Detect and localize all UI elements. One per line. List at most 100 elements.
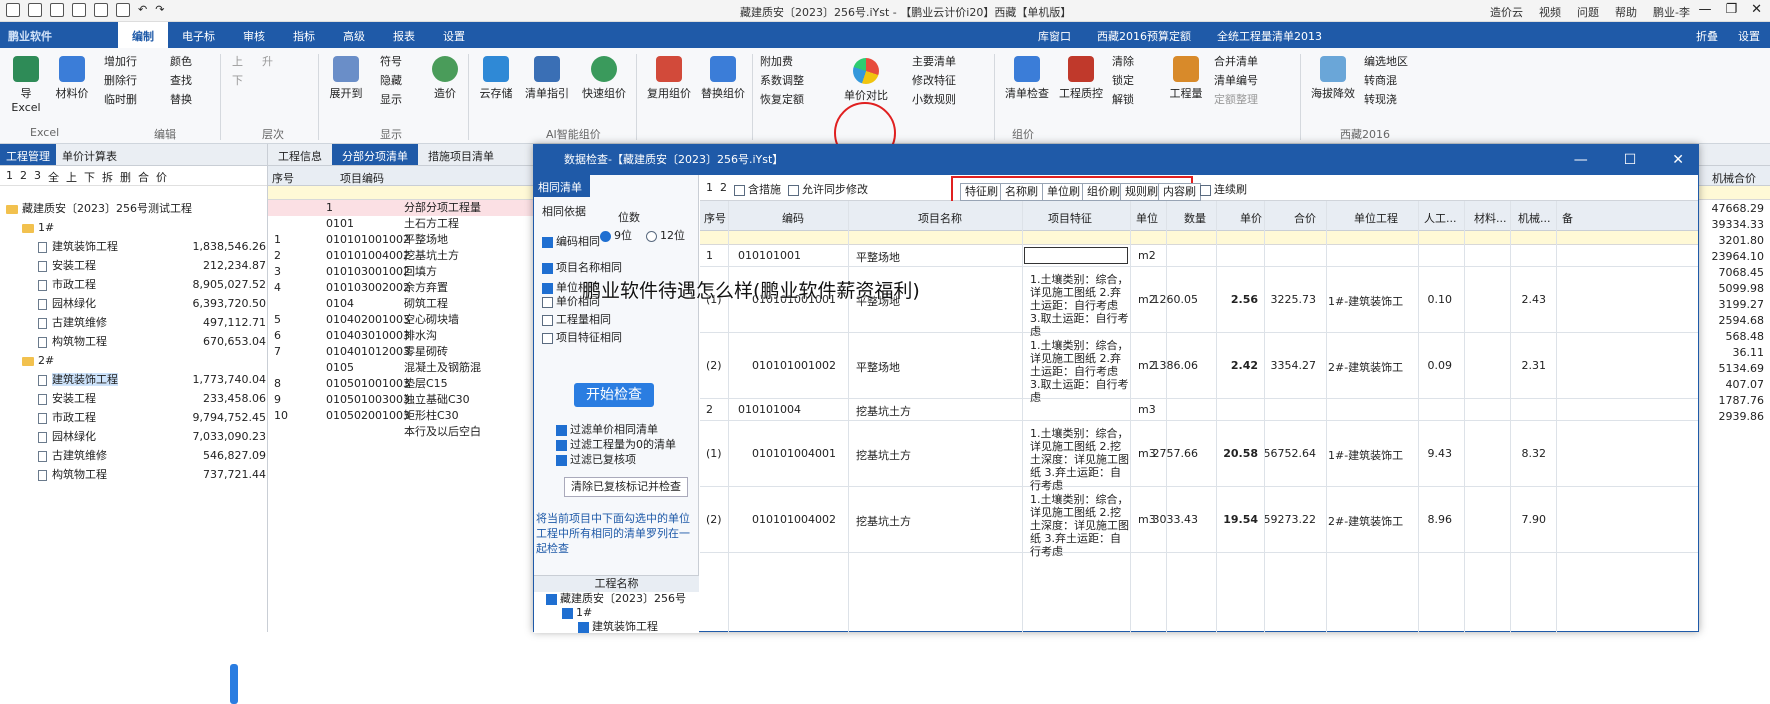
coefficient-adjust-button[interactable]: 系数调整: [760, 71, 804, 90]
video-link[interactable]: 视频: [1539, 4, 1561, 20]
expand-all-button[interactable]: 全: [48, 169, 59, 184]
close-button[interactable]: ✕: [1751, 2, 1762, 17]
unlock-button[interactable]: 解锁: [1112, 90, 1134, 109]
quality-control-button[interactable]: 工程质控: [1056, 56, 1106, 101]
replace-button[interactable]: 替换: [170, 90, 192, 109]
to-cast-in-place-button[interactable]: 转现浇: [1364, 90, 1408, 109]
move-up-button[interactable]: 上: [232, 52, 243, 71]
help-link[interactable]: 帮助: [1615, 4, 1637, 20]
continuous-brush-checkbox[interactable]: 连续刷: [1200, 181, 1247, 197]
delete-button[interactable]: 删: [120, 169, 131, 184]
sync-edit-checkbox[interactable]: 允许同步修改: [788, 181, 868, 197]
tree-item[interactable]: 市政工程 8,905,027.52: [0, 275, 268, 294]
material-price-button[interactable]: 材料价: [52, 56, 92, 101]
table-row[interactable]: 3 010103001002 回填方: [268, 264, 534, 280]
show-button[interactable]: 显示: [380, 90, 402, 109]
hide-button[interactable]: 隐藏: [380, 71, 402, 90]
export-excel-button[interactable]: 导Excel: [6, 56, 46, 114]
altitude-reduction-button[interactable]: 海拔降效: [1308, 56, 1358, 101]
move-down-button[interactable]: 下: [232, 71, 243, 90]
table-row[interactable]: 10 010502001003 矩形柱C30: [268, 408, 534, 424]
quantity-button[interactable]: 工程量: [1166, 56, 1206, 101]
dialog-close-button[interactable]: ✕: [1672, 145, 1684, 175]
tree-item[interactable]: 园林绿化 6,393,720.50: [0, 294, 268, 313]
tree-node-root[interactable]: 藏建质安〔2023〕256号: [534, 592, 699, 606]
cost-cloud-link[interactable]: 造价云: [1490, 4, 1523, 20]
level-1-button[interactable]: 1: [6, 169, 13, 182]
bill-guide-button[interactable]: 清单指引: [522, 56, 572, 101]
panel-collapse-handle[interactable]: [230, 664, 238, 704]
merge-bill-button[interactable]: 合并清单: [1214, 52, 1258, 71]
unit-brush-button[interactable]: 单位刷: [1042, 183, 1085, 201]
table-row[interactable]: 0105 混凝土及钢筋混: [268, 360, 534, 376]
tree-item[interactable]: 1#: [0, 218, 268, 237]
quota-tidy-button[interactable]: 定额整理: [1214, 90, 1258, 109]
open-folder-icon[interactable]: [28, 3, 42, 17]
dialog-minimize-button[interactable]: —: [1574, 145, 1588, 175]
tab-measure-bill[interactable]: 措施项目清单: [418, 144, 504, 165]
tab-unit-price-table[interactable]: 单价计算表: [56, 144, 123, 165]
tree-item[interactable]: 建筑装饰工程 1,773,740.04: [0, 370, 268, 389]
edit-feature-button[interactable]: 修改特征: [912, 71, 956, 90]
feature-editor[interactable]: [1024, 247, 1128, 264]
surcharge-button[interactable]: 附加费: [760, 52, 804, 71]
pricing-brush-button[interactable]: 组价刷: [1082, 183, 1125, 201]
new-file-icon[interactable]: [6, 3, 20, 17]
table-row[interactable]: 2 010101004002 挖基坑土方: [268, 248, 534, 264]
undo-icon[interactable]: ↶: [138, 3, 147, 17]
find-button[interactable]: 查找: [170, 71, 192, 90]
level-3-button[interactable]: 3: [34, 169, 41, 182]
filter-checkbox[interactable]: 过滤已复核项: [556, 451, 636, 467]
merge-button[interactable]: 合: [138, 169, 149, 184]
tree-item[interactable]: 构筑物工程 737,721.44: [0, 465, 268, 484]
add-row-button[interactable]: 增加行: [104, 52, 137, 71]
unit-price-compare-button[interactable]: 单价对比: [838, 58, 894, 103]
digits-12-radio[interactable]: 12位: [646, 227, 685, 243]
result-row[interactable]: (2) 010101001002 平整场地 m2 1386.06 2.42 3354.27 2…: [700, 333, 1698, 404]
tab-sub-item-bill[interactable]: 分部分项清单: [332, 144, 418, 165]
export-icon[interactable]: [94, 3, 108, 17]
minimize-button[interactable]: —: [1698, 2, 1711, 17]
dialog-maximize-button[interactable]: ☐: [1624, 145, 1637, 175]
tab-report[interactable]: 报表: [379, 22, 429, 50]
main-bill-button[interactable]: 主要清单: [912, 52, 956, 71]
start-check-button[interactable]: 开始检查: [574, 383, 654, 407]
feature-brush-button[interactable]: 特征刷: [960, 183, 1003, 201]
table-row[interactable]: 本行及以后空白: [268, 424, 534, 440]
criteria-checkbox[interactable]: 编码相同: [542, 233, 600, 249]
move-down-button[interactable]: 下: [84, 169, 95, 184]
table-row[interactable]: 0104 砌筑工程: [268, 296, 534, 312]
criteria-checkbox[interactable]: 工程量相同: [542, 311, 611, 327]
bill-standard-selector[interactable]: 全统工程量清单2013: [1217, 28, 1322, 44]
name-brush-button[interactable]: 名称刷: [1000, 183, 1043, 201]
tab-project-info[interactable]: 工程信息: [268, 144, 332, 165]
replace-pricing-button[interactable]: 替换组价: [698, 56, 748, 101]
collapse-ribbon-button[interactable]: 折叠: [1696, 28, 1718, 44]
clear-reviewed-button[interactable]: 清除已复核标记并检查: [564, 477, 688, 497]
save-as-icon[interactable]: [72, 3, 86, 17]
expand-to-button[interactable]: 展开到: [326, 56, 366, 101]
tab-e-bid[interactable]: 电子标: [168, 22, 229, 50]
symbol-button[interactable]: 符号: [380, 52, 402, 71]
tree-item[interactable]: 藏建质安〔2023〕256号测试工程: [0, 199, 268, 218]
filter-checkbox[interactable]: 过滤工程量为0的清单: [556, 436, 676, 452]
clear-button[interactable]: 清除: [1112, 52, 1134, 71]
tab-advanced[interactable]: 高级: [329, 22, 379, 50]
tab-review[interactable]: 审核: [229, 22, 279, 50]
restore-quota-button[interactable]: 恢复定额: [760, 90, 804, 109]
results-filter-row[interactable]: [700, 231, 1698, 245]
tab-edit[interactable]: 编制: [118, 22, 168, 50]
tab-settings[interactable]: 设置: [429, 22, 479, 50]
tree-item[interactable]: 2#: [0, 351, 268, 370]
library-window-button[interactable]: 库窗口: [1038, 28, 1071, 44]
tree-item[interactable]: 构筑物工程 670,653.04: [0, 332, 268, 351]
select-region-button[interactable]: 编选地区: [1364, 52, 1408, 71]
page-1-button[interactable]: 1: [706, 181, 713, 194]
level-up-button[interactable]: 升: [262, 52, 273, 71]
split-button[interactable]: 拆: [102, 169, 113, 184]
result-row[interactable]: (1) 010101004001 挖基坑土方 m3 2757.66 20.58 56752.…: [700, 421, 1698, 492]
reuse-pricing-button[interactable]: 复用组价: [644, 56, 694, 101]
filter-checkbox[interactable]: 过滤单价相同清单: [556, 421, 658, 437]
content-brush-button[interactable]: 内容刷: [1158, 183, 1201, 201]
rule-brush-button[interactable]: 规则刷: [1120, 183, 1163, 201]
